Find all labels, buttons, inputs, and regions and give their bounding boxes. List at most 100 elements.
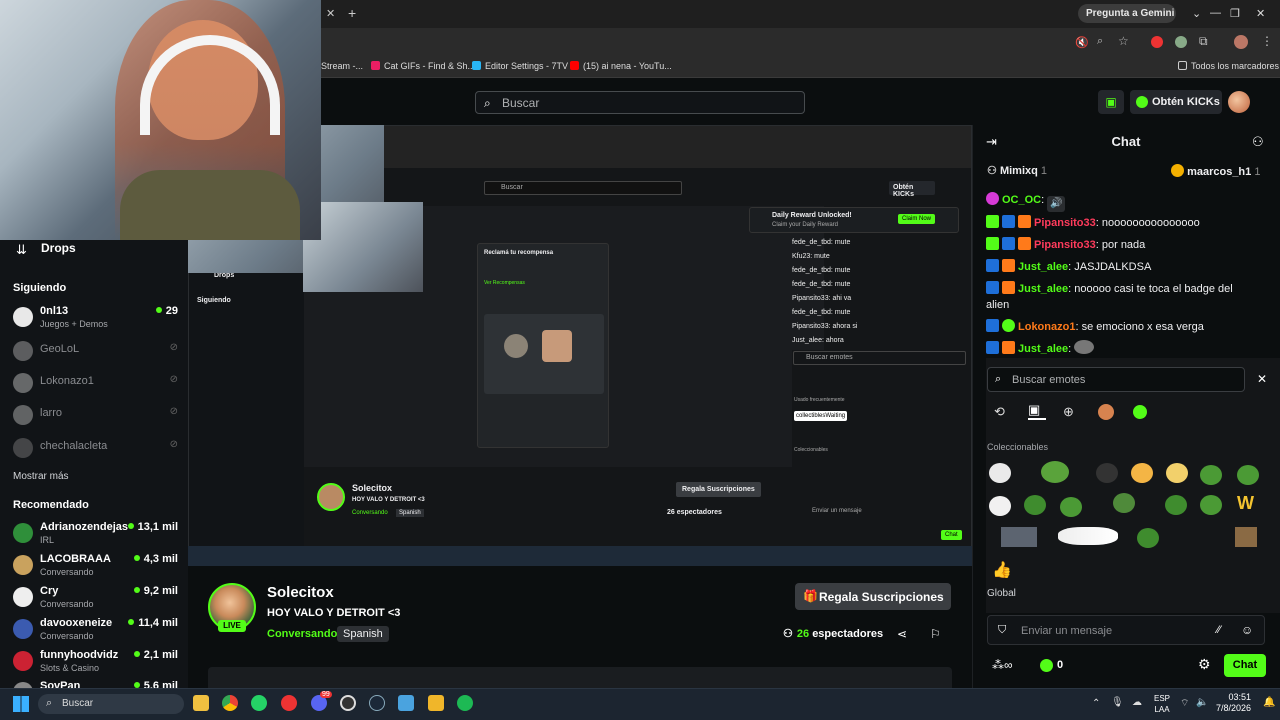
bookmark-cat-gifs[interactable]: Cat GIFs - Find & Sh... [371, 61, 475, 71]
pepe-glasses-emote[interactable] [1113, 493, 1135, 513]
emoji-icon[interactable]: ☺ [1241, 623, 1253, 637]
global-emotes-tab[interactable]: ⊕ [1063, 404, 1074, 420]
extensions-puzzle-icon[interactable]: ⧉ [1199, 34, 1208, 49]
sidebar-item-funnyhoodvidz[interactable]: funnyhoodvidz Slots & Casino 2,1 mil [13, 649, 178, 679]
channel-emotes-tab[interactable]: ▣ [1028, 402, 1046, 420]
sidebar-item-lokonazo1[interactable]: Lokonazo1 ⊘ [13, 371, 178, 401]
volume-icon[interactable]: 🔈 [1196, 697, 1208, 708]
kick-points-value[interactable]: 0 [1057, 659, 1063, 671]
input-language[interactable]: ESP LAA [1154, 693, 1170, 715]
profile-avatar-icon[interactable] [1234, 35, 1248, 49]
extension-icon[interactable] [1175, 36, 1187, 48]
sidebar-item-sovpan[interactable]: SovPan 5,6 mil [13, 680, 178, 688]
pepe-emote[interactable] [1200, 495, 1222, 515]
pepe-emote[interactable] [1060, 497, 1082, 517]
w-emote[interactable]: W [1237, 493, 1254, 514]
gift-subs-button[interactable]: 🎁 Regala Suscripciones [795, 583, 951, 610]
7tv-icon[interactable]: ⁄⁄ [1217, 624, 1221, 636]
gemini-button[interactable]: Pregunta a Gemini [1078, 4, 1176, 23]
taskbar-search[interactable]: ⌕ Buscar [38, 694, 184, 714]
chat-message[interactable]: Just_alee: JASJDALKDSA [986, 256, 1272, 278]
extension-red-icon[interactable] [1151, 36, 1163, 48]
chat-username[interactable]: Just_alee [1018, 283, 1068, 295]
all-bookmarks[interactable]: Todos los marcadores [1178, 61, 1279, 71]
streamer-name[interactable]: Solecitox [267, 584, 334, 601]
system-clock[interactable]: 03:51 7/8/2026 [1216, 692, 1251, 714]
helmet-emote[interactable] [989, 496, 1011, 516]
stream-category[interactable]: Conversando [267, 628, 337, 640]
chat-username[interactable]: Just_alee [1018, 343, 1068, 355]
box-emote[interactable] [1235, 527, 1257, 547]
sidebar-item-chechalacleta[interactable]: chechalacleta ⊘ [13, 436, 178, 466]
stream-language-tag[interactable]: Spanish [337, 626, 389, 642]
chat-message[interactable]: Just_alee: [986, 338, 1272, 360]
sidebar-item-davooxeneize[interactable]: davooxeneize Conversando 11,4 mil [13, 617, 178, 647]
report-user-icon[interactable]: ⚐ [930, 627, 941, 641]
photo-emote[interactable] [1001, 527, 1037, 547]
new-tab-button[interactable]: + [348, 5, 356, 21]
show-more-link[interactable]: Mostrar más [13, 471, 69, 482]
chat-users-icon[interactable]: ⚇ [1252, 134, 1264, 150]
tab-search-icon[interactable]: ⌄ [1192, 7, 1201, 20]
chat-settings-menu-icon[interactable]: ⁂∞ [992, 658, 1013, 672]
minimize-button[interactable]: — [1210, 7, 1221, 19]
trollface-emote[interactable] [989, 463, 1011, 483]
smile-emote[interactable] [1166, 463, 1188, 483]
sidebar-item-adrianozendejas[interactable]: Adrianozendejas IRL 13,1 mil [13, 521, 178, 551]
sidebar-item-lacobraaa[interactable]: LACOBRAAA Conversando 4,3 mil [13, 553, 178, 583]
file-explorer-icon[interactable] [193, 695, 209, 711]
recorder-icon[interactable] [281, 695, 297, 711]
pepe-emote[interactable] [1024, 495, 1046, 515]
chat-username[interactable]: Lokonazo1 [1018, 321, 1075, 333]
pepe-emote[interactable] [1137, 528, 1159, 548]
chat-username[interactable]: OC_OC [1002, 194, 1041, 206]
send-chat-button[interactable]: Chat [1224, 654, 1266, 677]
close-emote-picker-icon[interactable]: ✕ [1257, 372, 1267, 386]
zoom-icon[interactable]: ⌕ [1097, 35, 1103, 48]
windows-start-icon[interactable] [13, 696, 29, 712]
chat-message[interactable]: Pipansito33: nooooooooooooooo [986, 212, 1272, 234]
chrome-icon[interactable] [222, 695, 238, 711]
pepe-emote[interactable] [1041, 461, 1069, 483]
goose-emote[interactable] [1058, 527, 1118, 545]
chat-settings-gear-icon[interactable]: ⚙ [1198, 656, 1211, 673]
chat-message[interactable]: OC_OC: 🔊 [986, 189, 1272, 212]
close-window-button[interactable]: ✕ [1256, 7, 1265, 20]
search-input[interactable]: ⌕ Buscar [475, 91, 805, 114]
pepe-emote[interactable] [1237, 465, 1259, 485]
drops-link[interactable]: Drops [41, 241, 76, 255]
chat-message[interactable]: Pipansito33: por nada [986, 234, 1272, 256]
share-icon[interactable]: ⋖ [897, 627, 907, 641]
streamer-emotes-tab[interactable] [1098, 404, 1114, 420]
spotify-icon[interactable] [457, 695, 473, 711]
bookmark-youtube[interactable]: (15) ai nena - YouTu... [570, 61, 672, 71]
get-kicks-button[interactable]: Obtén KICKs [1130, 90, 1222, 114]
hooded-emote[interactable] [1096, 463, 1118, 483]
sidebar-item-geolol[interactable]: GeoLoL ⊘ [13, 339, 178, 369]
chat-username[interactable]: Just_alee [1018, 261, 1068, 273]
user-avatar[interactable] [1228, 91, 1250, 113]
chat-message[interactable]: Lokonazo1: se emociono x esa verga [986, 316, 1272, 338]
capcut-icon[interactable] [428, 695, 444, 711]
inventory-button[interactable]: ▣ [1098, 90, 1124, 114]
maximize-button[interactable]: ❐ [1230, 7, 1240, 20]
close-tab-icon[interactable]: ✕ [326, 7, 335, 20]
whatsapp-icon[interactable] [251, 695, 267, 711]
sidebar-item-larro[interactable]: larro ⊘ [13, 403, 178, 433]
chat-message[interactable]: Just_alee: nooooo casi te toca el badge … [986, 278, 1272, 297]
tray-chevron-icon[interactable]: ⌃ [1092, 698, 1100, 709]
pepe-emote[interactable] [1165, 495, 1187, 515]
7tv-emotes-tab[interactable] [1133, 405, 1147, 419]
sidebar-item-cry[interactable]: Cry Conversando 9,2 mil [13, 585, 178, 615]
cloud-icon[interactable]: ☁ [1132, 697, 1142, 708]
microphone-icon[interactable]: 🎙 [1111, 697, 1124, 708]
chat-username[interactable]: Pipansito33 [1034, 217, 1096, 229]
sidebar-item-0nl13[interactable]: 0nl13 Juegos + Demos 29 [13, 305, 178, 335]
wifi-icon[interactable]: ⌔ [1180, 697, 1189, 710]
thinking-emote[interactable] [1131, 463, 1153, 483]
notifications-icon[interactable]: 🔔 [1263, 697, 1275, 708]
notepad-icon[interactable] [398, 695, 414, 711]
emote-search-input[interactable]: ⌕ Buscar emotes [987, 367, 1245, 392]
chat-username[interactable]: Pipansito33 [1034, 239, 1096, 251]
bookmark-7tv[interactable]: Editor Settings - 7TV [472, 61, 568, 71]
